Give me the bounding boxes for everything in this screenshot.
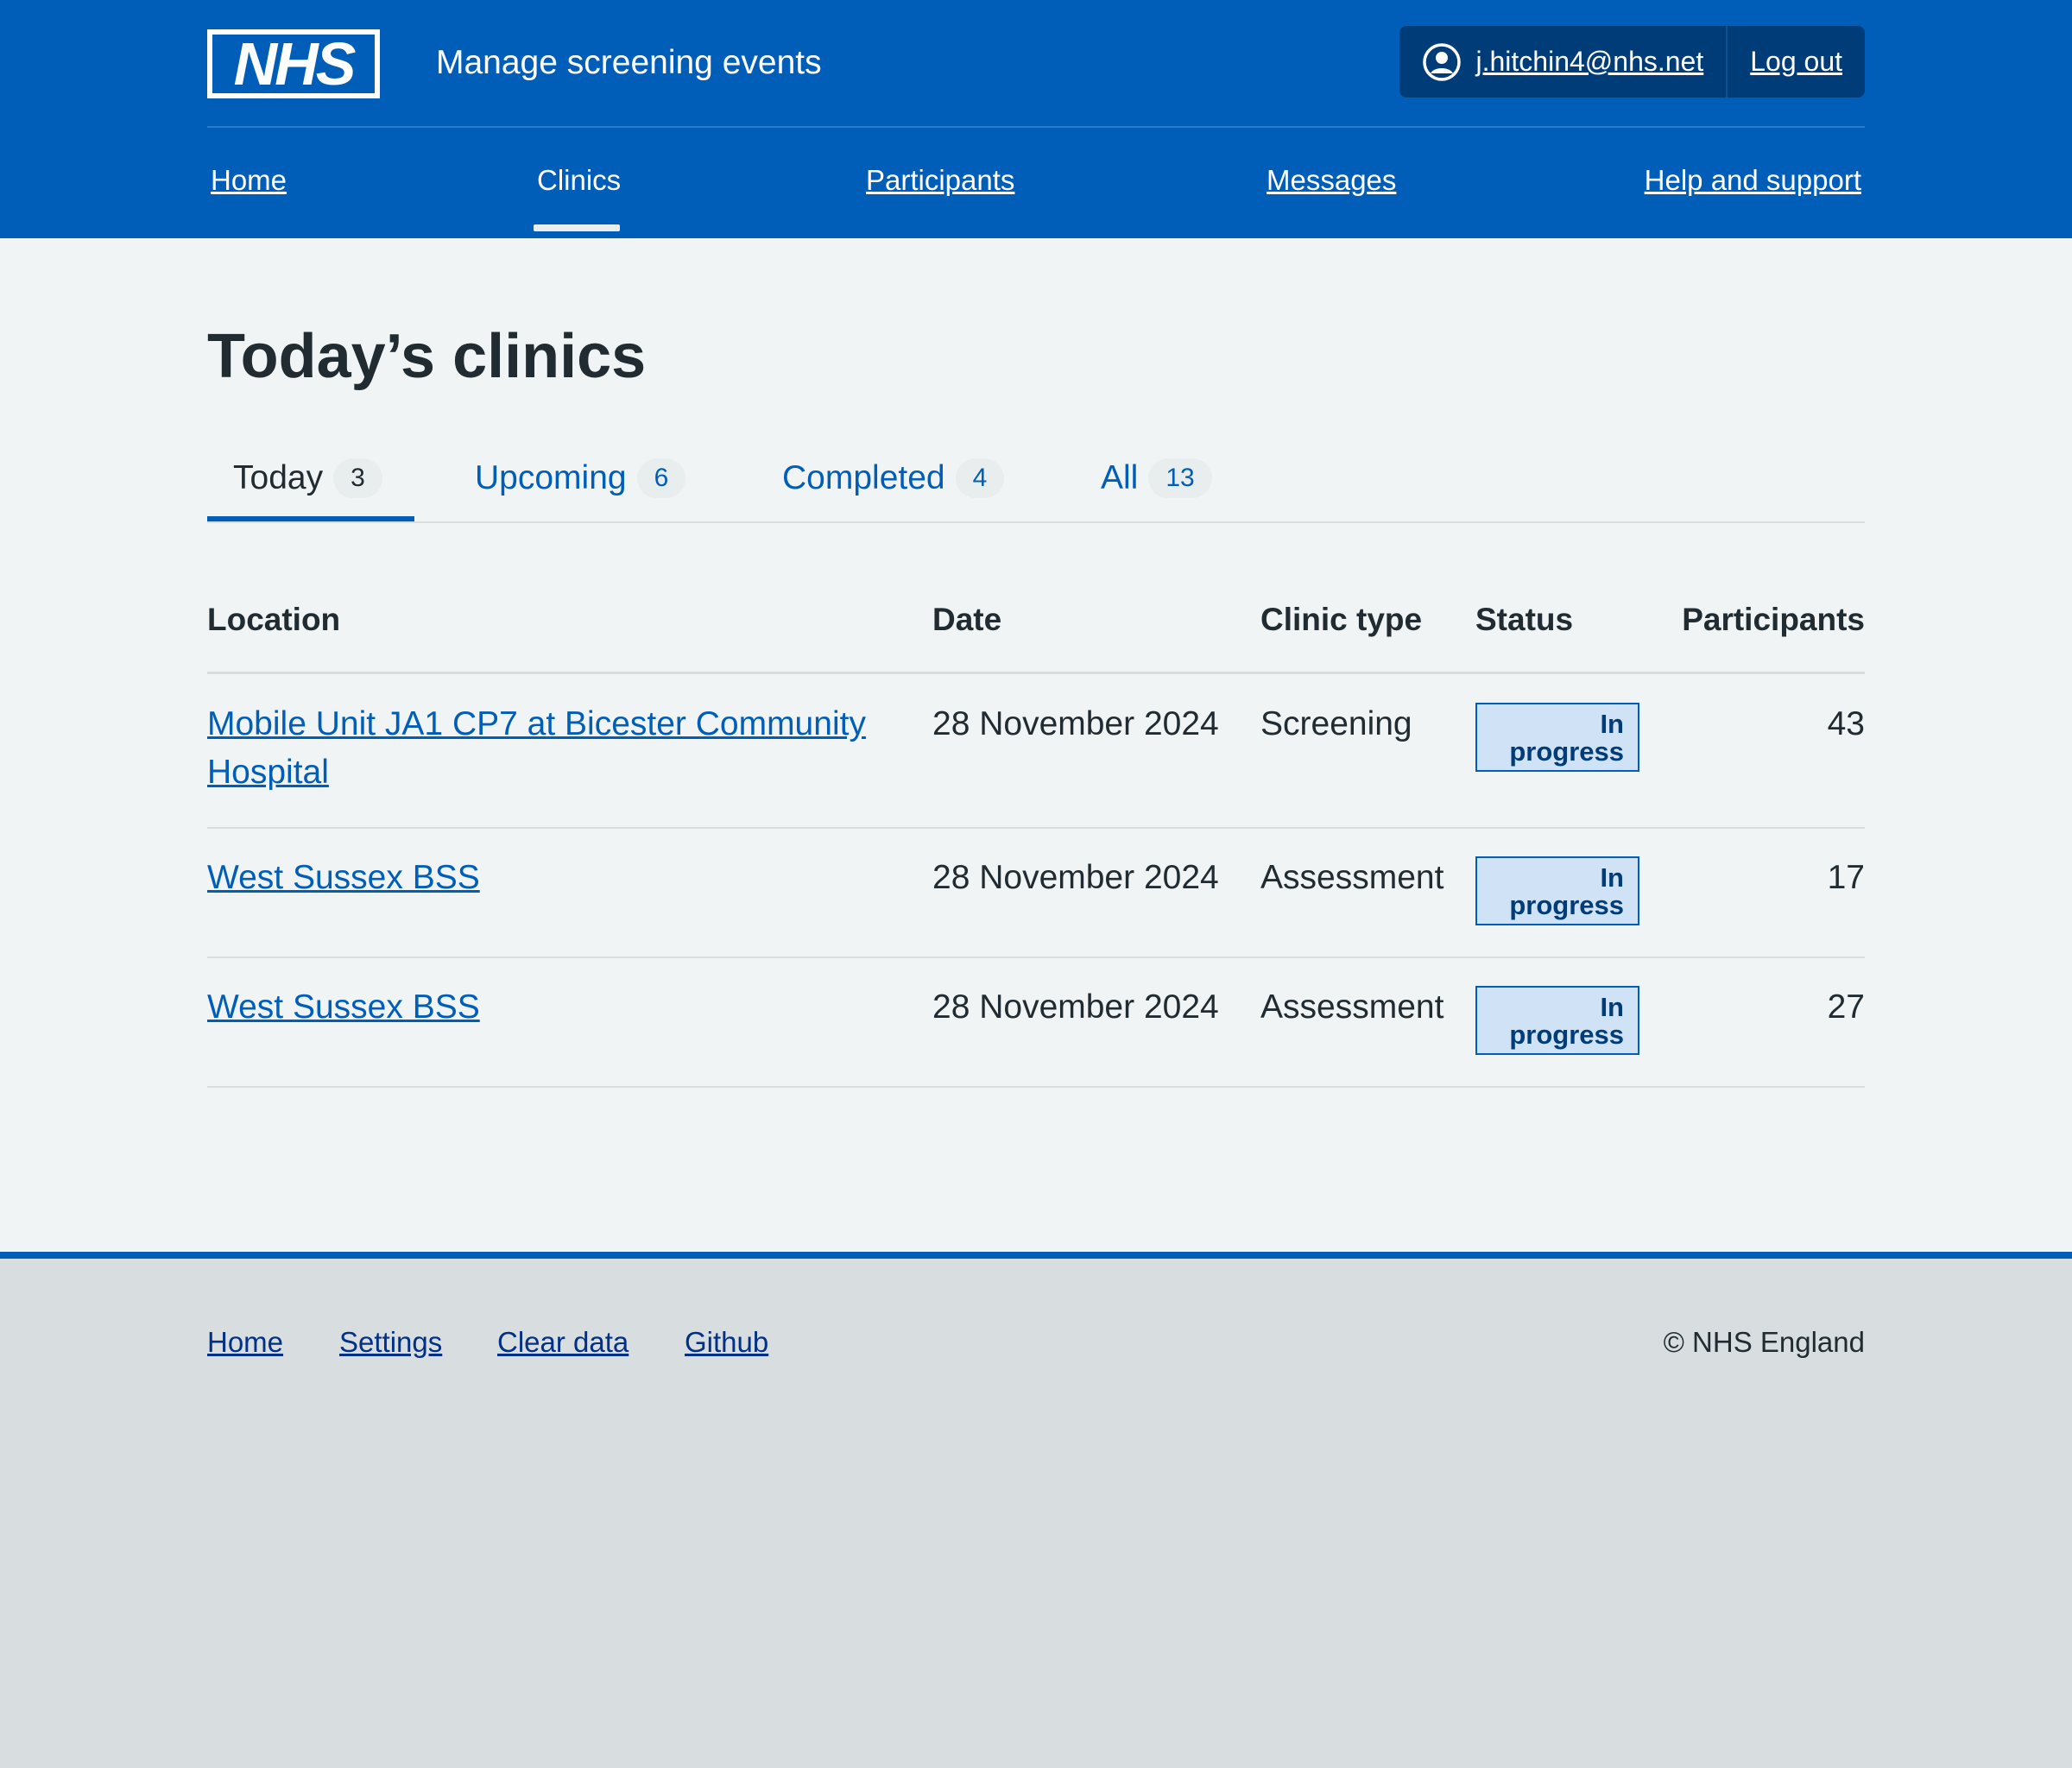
clinic-link[interactable]: Mobile Unit JA1 CP7 at Bicester Communit… — [207, 705, 866, 791]
tab-upcoming[interactable]: Upcoming 6 — [475, 439, 686, 518]
nav-item-help: Help and support — [1645, 162, 1861, 199]
table-row-3-date: 28 November 2024 — [932, 988, 1219, 1026]
table-row-1-clinic-type: Screening — [1260, 705, 1412, 742]
tab-today-label: Today — [233, 459, 324, 496]
logout-link[interactable]: Log out — [1750, 46, 1842, 78]
status-badge: In progress — [1475, 703, 1639, 772]
nav-item-clinics: Clinics — [537, 162, 621, 199]
tab-upcoming-label[interactable]: Upcoming — [475, 459, 627, 497]
main-container: Today’s clinics Today 3 Upcoming 6 Compl… — [207, 238, 1865, 1253]
account-email-link[interactable]: j.hitchin4@nhs.net — [1475, 46, 1703, 78]
copyright-notice: © NHS England — [1663, 1326, 1865, 1358]
column-header-date: Date — [932, 602, 1002, 637]
nav-item-messages: Messages — [1267, 162, 1396, 199]
nav-item-participants: Participants — [866, 162, 1014, 199]
site-header: NHS Manage screening events j.hitchin4@n… — [0, 0, 2072, 238]
footer-item-settings: Settings — [339, 1324, 442, 1361]
header-container: NHS Manage screening events j.hitchin4@n… — [207, 0, 1865, 238]
tab-completed-count: 4 — [955, 458, 1005, 498]
footer-link-home[interactable]: Home — [207, 1326, 283, 1358]
nav-item-home: Home — [211, 162, 287, 199]
table-row-1-location: Mobile Unit JA1 CP7 at Bicester Communit… — [207, 700, 915, 797]
account-user: j.hitchin4@nhs.net — [1399, 26, 1726, 98]
table-row-2-participants: 17 — [1827, 859, 1865, 896]
nav-link-participants[interactable]: Participants — [866, 164, 1014, 196]
nav-link-clinics[interactable]: Clinics — [537, 164, 621, 196]
footer-item-clear-data: Clear data — [497, 1324, 629, 1361]
tab-completed-label[interactable]: Completed — [782, 459, 945, 497]
clinic-link[interactable]: West Sussex BSS — [207, 988, 480, 1026]
site-footer: Home Settings Clear data Github © NHS En… — [0, 1252, 2072, 1768]
tab-all[interactable]: All 13 — [1101, 439, 1212, 518]
nhs-logo[interactable]: NHS — [207, 29, 380, 98]
nhs-logo-icon: NHS — [207, 29, 380, 98]
table-row-divider — [207, 1086, 1865, 1088]
primary-navigation: Home Clinics Participants Messages Help … — [207, 128, 1865, 238]
service-name[interactable]: Manage screening events — [436, 40, 822, 86]
page-title: Today’s clinics — [207, 322, 647, 391]
account-panel: j.hitchin4@nhs.net Log out — [1399, 26, 1865, 98]
status-badge: In progress — [1475, 986, 1639, 1055]
footer-link-settings[interactable]: Settings — [339, 1326, 442, 1358]
tab-upcoming-count: 6 — [636, 458, 686, 498]
footer-link-clear-data[interactable]: Clear data — [497, 1326, 629, 1358]
tab-today-count: 3 — [333, 458, 382, 498]
logout-item: Log out — [1728, 26, 1865, 98]
table-row-3-location: West Sussex BSS — [207, 983, 915, 1032]
nav-link-home[interactable]: Home — [211, 164, 287, 196]
column-header-clinic-type: Clinic type — [1260, 602, 1423, 637]
table-row-divider — [207, 957, 1865, 958]
table-row-3-participants: 27 — [1827, 988, 1865, 1026]
nhs-logo-text: NHS — [234, 30, 356, 98]
column-header-status: Status — [1475, 602, 1574, 637]
table-row-2-date: 28 November 2024 — [932, 859, 1219, 896]
table-row-divider — [207, 827, 1865, 829]
column-header-participants: Participants — [1682, 602, 1865, 637]
column-header-location: Location — [207, 602, 341, 637]
nav-current-indicator — [534, 224, 620, 231]
nav-link-help-and-support[interactable]: Help and support — [1645, 164, 1861, 196]
footer-link-github[interactable]: Github — [685, 1326, 768, 1358]
clinic-link[interactable]: West Sussex BSS — [207, 859, 480, 896]
table-row-2-clinic-type: Assessment — [1260, 859, 1444, 896]
tab-all-count: 13 — [1148, 458, 1212, 498]
table-row-1-date: 28 November 2024 — [932, 705, 1219, 742]
tab-all-label[interactable]: All — [1101, 459, 1138, 497]
tab-today[interactable]: Today 3 — [233, 439, 382, 518]
tab-completed[interactable]: Completed 4 — [782, 439, 1005, 518]
table-row-2-location: West Sussex BSS — [207, 854, 915, 902]
table-row-1-participants: 43 — [1827, 705, 1865, 742]
footer-item-home: Home — [207, 1324, 283, 1361]
status-badge: In progress — [1475, 856, 1639, 925]
table-row-3-clinic-type: Assessment — [1260, 988, 1444, 1026]
nav-link-messages[interactable]: Messages — [1267, 164, 1396, 196]
table-header-divider — [207, 672, 1865, 674]
footer-item-github: Github — [685, 1324, 768, 1361]
user-circle-icon — [1423, 42, 1462, 81]
tabs-divider — [207, 521, 1865, 523]
main-content: Today’s clinics Today 3 Upcoming 6 Compl… — [0, 238, 2072, 1253]
